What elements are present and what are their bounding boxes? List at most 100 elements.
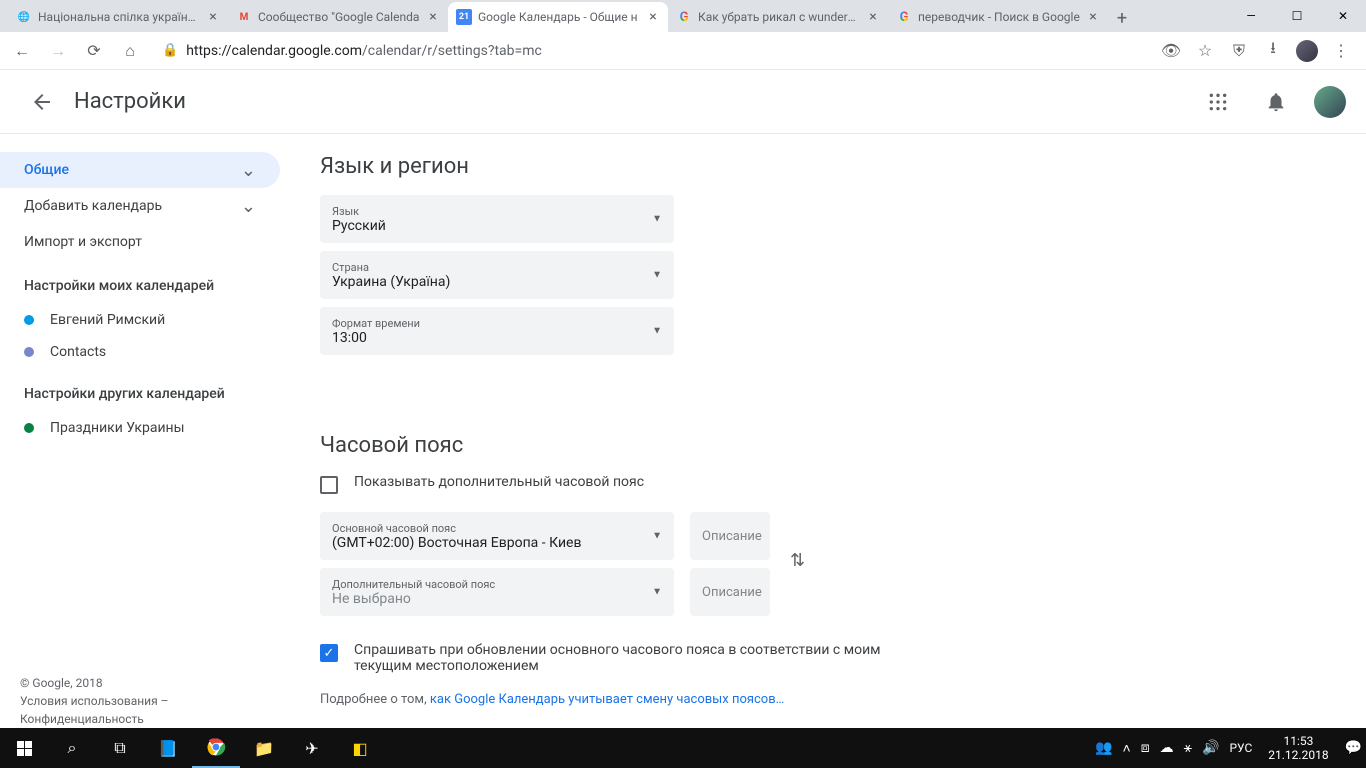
close-icon[interactable]: × [1086, 10, 1100, 24]
sidebar-item-add-calendar[interactable]: Добавить календарь ⌄ [0, 188, 280, 224]
chevron-down-icon: ▼ [652, 270, 662, 281]
learn-more-link[interactable]: как Google Календарь учитывает смену час… [430, 692, 785, 707]
input-language[interactable]: РУС [1229, 741, 1252, 755]
dropdown-value: Русский [332, 218, 662, 234]
taskbar-clock[interactable]: 11:53 21.12.2018 [1262, 734, 1334, 763]
star-icon[interactable]: ☆ [1194, 40, 1216, 62]
browser-tab[interactable]: G Как убрать рикал с wundergro × [668, 2, 888, 32]
chevron-down-icon: ⌄ [241, 160, 256, 181]
dropdown-value: Украина (Україна) [332, 274, 662, 290]
windows-taskbar: ⌕ ⧉ 📘 📁 ✈ ◧ 👥 ˄ ⧈ ☁ ⚹ 🔊 РУС 11:53 21.12.… [0, 728, 1366, 768]
tab-title: Google Календарь - Общие н [478, 10, 640, 24]
settings-main: Язык и регион Язык Русский ▼ Страна Укра… [280, 134, 1366, 728]
swap-icon[interactable]: ⇅ [790, 550, 805, 571]
taskbar-date: 21.12.2018 [1268, 748, 1328, 762]
action-center-icon[interactable]: 💬 [1345, 740, 1362, 756]
taskbar-explorer[interactable]: 📁 [240, 728, 288, 768]
onedrive-icon[interactable]: ☁ [1160, 740, 1174, 756]
copyright: © Google, 2018 [20, 674, 169, 692]
dropdown-label: Основной часовой пояс [332, 522, 662, 535]
minimize-button[interactable]: — [1228, 0, 1274, 32]
close-window-button[interactable]: ✕ [1320, 0, 1366, 32]
ask-update-tz-checkbox[interactable]: ✓ [320, 644, 338, 662]
profile-avatar[interactable] [1296, 40, 1318, 62]
dropbox-icon[interactable]: ⧈ [1141, 740, 1150, 756]
tray-chevron-icon[interactable]: ˄ [1123, 740, 1131, 757]
learn-more-text: Подробнее о том, как Google Календарь уч… [320, 692, 1326, 707]
country-dropdown[interactable]: Страна Украина (Україна) ▼ [320, 251, 674, 299]
google-icon: G [896, 9, 912, 25]
taskbar-telegram[interactable]: ✈ [288, 728, 336, 768]
calendar-item[interactable]: Евгений Римский [0, 304, 280, 336]
chevron-down-icon: ▼ [652, 326, 662, 337]
user-avatar[interactable] [1314, 86, 1346, 118]
sidebar-item-general[interactable]: Общие ⌄ [0, 152, 280, 188]
lock-icon: 🔒 [162, 43, 178, 58]
menu-icon[interactable]: ⋮ [1330, 40, 1352, 62]
calendar-name: Евгений Римский [50, 312, 165, 328]
close-icon[interactable]: × [866, 10, 880, 24]
forward-button[interactable]: → [44, 37, 72, 65]
sidebar-item-label: Общие [24, 162, 69, 178]
browser-tab[interactable]: 🌐 Національна спілка українськ × [8, 2, 228, 32]
browser-tab[interactable]: G переводчик - Поиск в Google × [888, 2, 1108, 32]
page-title: Настройки [74, 89, 186, 114]
close-icon[interactable]: × [646, 10, 660, 24]
maximize-button[interactable]: ☐ [1274, 0, 1320, 32]
dropdown-value: (GMT+02:00) Восточная Европа - Киев [332, 535, 662, 551]
arrow-left-icon [30, 90, 54, 114]
dropdown-value: 13:00 [332, 330, 662, 346]
privacy-link[interactable]: Конфиденциальность [20, 712, 144, 726]
tab-title: Как убрать рикал с wundergro [698, 10, 860, 24]
task-view-button[interactable]: ⧉ [96, 728, 144, 768]
back-button[interactable]: ← [8, 37, 36, 65]
chevron-down-icon: ⌄ [241, 196, 256, 217]
people-icon[interactable]: 👥 [1095, 740, 1112, 756]
network-icon[interactable]: ⚹ [1184, 740, 1192, 756]
eye-icon[interactable]: 👁 [1160, 40, 1182, 62]
section-timezone: Часовой пояс [320, 433, 1326, 458]
sidebar-item-import-export[interactable]: Импорт и экспорт [0, 224, 280, 260]
search-button[interactable]: ⌕ [48, 728, 96, 768]
secondary-tz-description-input[interactable]: Описание [690, 568, 770, 616]
browser-tab-active[interactable]: 21 Google Календарь - Общие н × [448, 2, 668, 32]
reload-button[interactable]: ⟳ [80, 37, 108, 65]
calendar-item[interactable]: Праздники Украины [0, 412, 280, 444]
browser-tab[interactable]: M Сообщество "Google Calenda × [228, 2, 448, 32]
calendar-name: Contacts [50, 344, 106, 360]
time-format-dropdown[interactable]: Формат времени 13:00 ▼ [320, 307, 674, 355]
calendar-item[interactable]: Contacts [0, 336, 280, 368]
download-icon[interactable]: ⭳ [1262, 40, 1284, 62]
shield-icon[interactable]: ⛨ [1228, 40, 1250, 62]
start-button[interactable] [0, 728, 48, 768]
close-icon[interactable]: × [426, 10, 440, 24]
close-icon[interactable]: × [206, 10, 220, 24]
globe-icon: 🌐 [16, 9, 32, 25]
gmail-icon: M [236, 9, 252, 25]
calendar-name: Праздники Украины [50, 420, 184, 436]
terms-link[interactable]: Условия использования [20, 694, 158, 708]
apps-grid-icon[interactable] [1198, 82, 1238, 122]
primary-tz-dropdown[interactable]: Основной часовой пояс (GMT+02:00) Восточ… [320, 512, 674, 560]
url-input[interactable]: 🔒 https://calendar.google.com/calendar/r… [152, 37, 1152, 65]
language-dropdown[interactable]: Язык Русский ▼ [320, 195, 674, 243]
dropdown-label: Страна [332, 261, 662, 274]
browser-tab-bar: 🌐 Національна спілка українськ × M Сообщ… [0, 0, 1366, 32]
home-button[interactable]: ⌂ [116, 37, 144, 65]
google-icon: G [676, 9, 692, 25]
chevron-down-icon: ▼ [652, 587, 662, 598]
calendar-icon: 21 [456, 9, 472, 25]
taskbar-app[interactable]: ◧ [336, 728, 384, 768]
system-tray: 👥 ˄ ⧈ ☁ ⚹ 🔊 РУС 11:53 21.12.2018 💬 [1095, 734, 1366, 763]
show-secondary-tz-checkbox[interactable] [320, 476, 338, 494]
primary-tz-description-input[interactable]: Описание [690, 512, 770, 560]
settings-sidebar: Общие ⌄ Добавить календарь ⌄ Импорт и эк… [0, 134, 280, 728]
taskbar-app[interactable]: 📘 [144, 728, 192, 768]
taskbar-chrome[interactable] [192, 728, 240, 768]
volume-icon[interactable]: 🔊 [1202, 740, 1219, 756]
secondary-tz-dropdown[interactable]: Дополнительный часовой пояс Не выбрано ▼ [320, 568, 674, 616]
section-language-region: Язык и регион [320, 154, 1326, 179]
notifications-icon[interactable] [1256, 82, 1296, 122]
new-tab-button[interactable]: + [1108, 4, 1136, 32]
settings-back-button[interactable] [20, 80, 64, 124]
